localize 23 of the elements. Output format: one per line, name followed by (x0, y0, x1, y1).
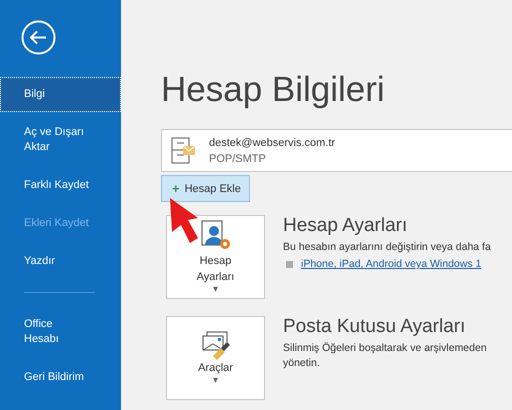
sidebar-item[interactable]: Aç ve Dışarı Aktar (0, 125, 121, 155)
page-title: Hesap Bilgileri (161, 70, 386, 110)
devices-link[interactable]: iPhone, iPad, Android veya Windows 1 (301, 258, 482, 270)
settings-button[interactable]: Hesap Ayarları ▾ (166, 215, 265, 299)
sidebar-item[interactable]: Geri Bildirim (0, 370, 121, 385)
tools-button[interactable]: Araçlar ▾ (166, 316, 265, 400)
account-type: POP/SMTP (209, 152, 267, 164)
sidebar-item[interactable]: Bilgi (0, 77, 121, 112)
sidebar-item[interactable]: Office Hesabı (0, 317, 121, 347)
section-description: Silinmiş Öğeleri boşaltarak ve arşivlemeden yönetin. (283, 341, 487, 371)
section-title: Posta Kutusu Ayarları (283, 316, 466, 338)
section-title: Hesap Ayarları (283, 215, 408, 237)
sidebar-item[interactable]: Yazdır (0, 254, 121, 269)
sidebar-item[interactable]: Farklı Kaydet (0, 178, 121, 193)
bullet-icon (286, 260, 293, 268)
cabinet-envelope-icon (171, 136, 197, 164)
add-account-button[interactable]: + Hesap Ekle (161, 175, 250, 202)
account-card[interactable]: destek@webservis.com.tr POP/SMTP (161, 129, 512, 172)
account-email: destek@webservis.com.tr (209, 136, 336, 148)
back-icon[interactable] (21, 20, 56, 55)
section-description: Bu hesabın ayarlarını değiştirin veya daha fa (283, 240, 491, 255)
caret-icon: ▾ (213, 376, 218, 386)
caret-icon: ▾ (213, 285, 218, 295)
